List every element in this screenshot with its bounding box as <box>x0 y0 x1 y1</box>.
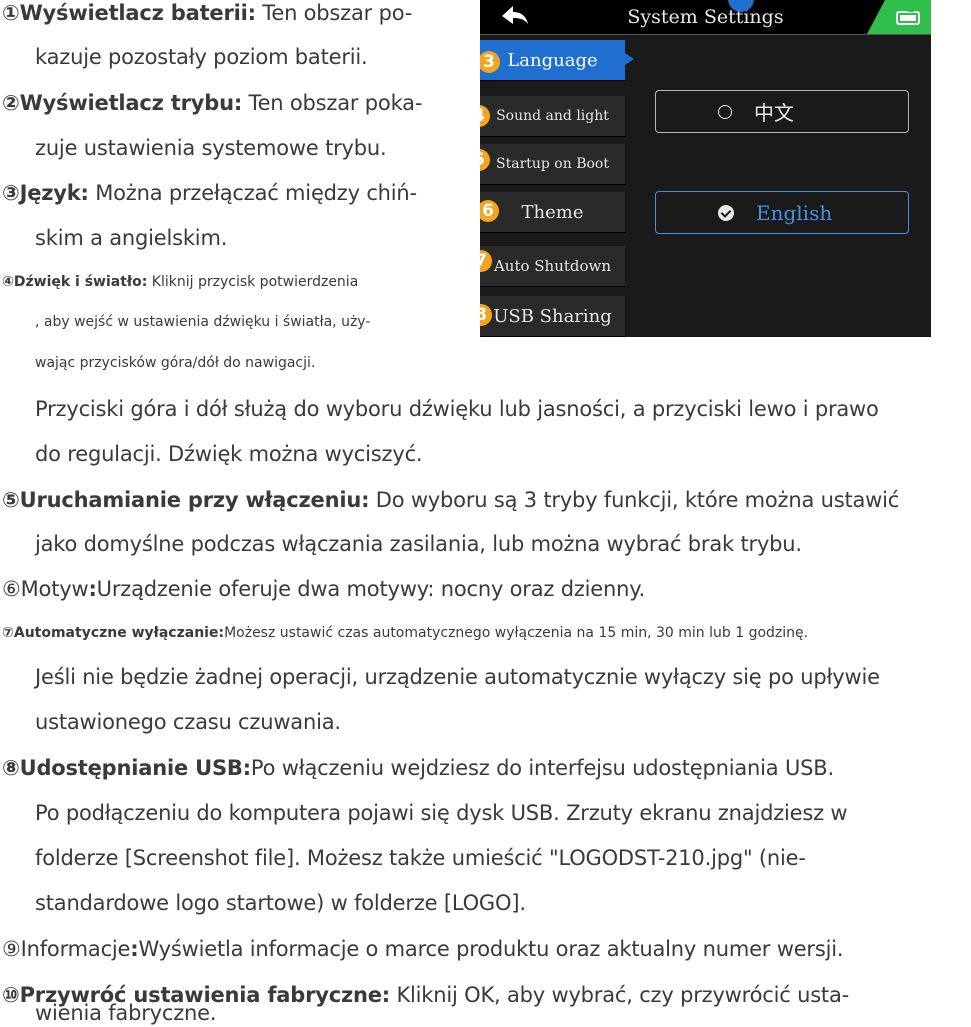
menu-item-language[interactable]: Language <box>480 40 625 81</box>
item-4-line-1: ④Dźwięk i światło: Kliknij przycisk potw… <box>2 274 358 290</box>
item-5-line-1: ⑤Uruchamianie przy włączeniu: Do wyboru … <box>2 488 899 512</box>
item-8-line-1: ⑧Udostępnianie USB:Po włączeniu wejdzies… <box>2 756 834 780</box>
item-1-line-2: kazuje pozostały poziom baterii. <box>35 45 368 69</box>
item-title: Uruchamianie przy włączeniu: <box>19 488 370 512</box>
item-10-line-2: wienia fabryczne. <box>35 1001 217 1025</box>
item-text: Ten obszar poka- <box>242 91 423 115</box>
item-4-line-2: , aby wejść w ustawienia dźwięku i świat… <box>35 314 371 330</box>
item-text: Ten obszar po- <box>255 1 413 25</box>
item-title: Wyświetlacz baterii: <box>19 1 256 25</box>
item-text: Kliknij OK, aby wybrać, czy przywrócić u… <box>389 983 850 1007</box>
item-title: Informacje <box>20 937 131 961</box>
item-2-line-1: ②Wyświetlacz trybu: Ten obszar poka- <box>2 91 422 115</box>
device-screen: System Settings Language Sound and light… <box>480 0 931 337</box>
item-title: Język: <box>19 181 89 205</box>
check-circle-icon <box>718 204 734 221</box>
item-number: ⑦ <box>2 625 14 641</box>
item-5-line-2: jako domyślne podczas włączania zasilani… <box>35 532 802 556</box>
item-4-line-3: wając przycisków góra/dół do nawigacji. <box>35 355 316 371</box>
item-number: ⑧ <box>2 756 20 780</box>
menu-item-label: Theme <box>521 201 584 223</box>
menu-item-label: USB Sharing <box>493 305 612 327</box>
item-number: ⑨ <box>2 937 21 961</box>
item-colon: : <box>88 577 97 601</box>
item-text: Możesz ustawić czas automatycznego wyłąc… <box>224 625 809 641</box>
item-number: ⑤ <box>2 488 20 512</box>
item-text: Wyświetla informacje o marce produktu or… <box>138 937 844 961</box>
menu-item-sound-light[interactable]: Sound and light <box>480 96 625 137</box>
item-text: Można przełączać między chiń- <box>88 181 417 205</box>
menu-item-startup[interactable]: Startup on Boot <box>480 144 625 185</box>
selected-arrow-icon <box>625 53 634 65</box>
option-chinese[interactable]: 中文 <box>655 90 909 133</box>
option-english[interactable]: English <box>655 191 909 234</box>
device-title: System Settings <box>627 6 784 28</box>
item-title: Udostępnianie USB: <box>19 756 252 780</box>
item-3-line-1: ③Język: Można przełączać między chiń- <box>2 181 417 205</box>
item-number: ① <box>2 1 20 25</box>
item-text: Do wyboru są 3 tryby funkcji, które możn… <box>369 488 900 512</box>
option-label: English <box>756 200 833 225</box>
item-7-line-3: ustawionego czasu czuwania. <box>35 710 341 734</box>
item-title: Motyw <box>20 577 89 601</box>
menu-item-label: Sound and light <box>496 108 609 124</box>
item-title: Wyświetlacz trybu: <box>19 91 243 115</box>
item-number: ④ <box>2 274 14 290</box>
item-8-line-2: Po podłączeniu do komputera pojawi się d… <box>35 801 848 825</box>
menu-item-label: Auto Shutdown <box>493 257 612 275</box>
item-text: Kliknij przycisk potwierdzenia <box>147 274 359 290</box>
item-6-line-1: ⑥Motyw:Urządzenie oferuje dwa motywy: no… <box>2 577 645 601</box>
item-text: Urządzenie oferuje dwa motywy: nocny ora… <box>96 577 645 601</box>
item-number: ③ <box>2 181 20 205</box>
menu-item-auto-shutdown[interactable]: Auto Shutdown <box>480 246 625 287</box>
radio-unchecked-icon <box>718 104 732 119</box>
menu-item-theme[interactable]: Theme <box>480 192 625 233</box>
item-4-line-5: do regulacji. Dźwięk można wyciszyć. <box>35 442 423 466</box>
item-number: ⑥ <box>2 577 21 601</box>
item-8-line-3: folderze [Screenshot file]. Możesz także… <box>35 846 806 870</box>
device-header: System Settings <box>480 0 931 35</box>
menu-item-label: Startup on Boot <box>496 156 609 172</box>
item-8-line-4: standardowe logo startowe) w folderze [L… <box>35 891 526 915</box>
item-7-line-1: ⑦Automatyczne wyłączanie:Możesz ustawić … <box>2 625 808 641</box>
item-number: ② <box>2 91 20 115</box>
item-1-line-1: ①Wyświetlacz baterii: Ten obszar po- <box>2 1 412 25</box>
item-2-line-2: zuje ustawienia systemowe trybu. <box>35 136 387 160</box>
item-text: Po włączeniu wejdziesz do interfejsu udo… <box>250 756 834 780</box>
item-7-line-2: Jeśli nie będzie żadnej operacji, urządz… <box>35 665 880 689</box>
menu-item-usb-sharing[interactable]: USB Sharing <box>480 296 625 337</box>
item-title: Dźwięk i światło: <box>13 274 148 290</box>
item-3-line-2: skim a angielskim. <box>35 226 228 250</box>
item-title: Automatyczne wyłączanie: <box>13 625 225 641</box>
item-9-line-1: ⑨Informacje:Wyświetla informacje o marce… <box>2 937 844 961</box>
option-label: 中文 <box>754 101 794 125</box>
menu-item-label: Language <box>507 49 598 71</box>
item-4-line-4: Przyciski góra i dół służą do wyboru dźw… <box>35 397 879 421</box>
item-number: ⑩ <box>2 983 20 1007</box>
